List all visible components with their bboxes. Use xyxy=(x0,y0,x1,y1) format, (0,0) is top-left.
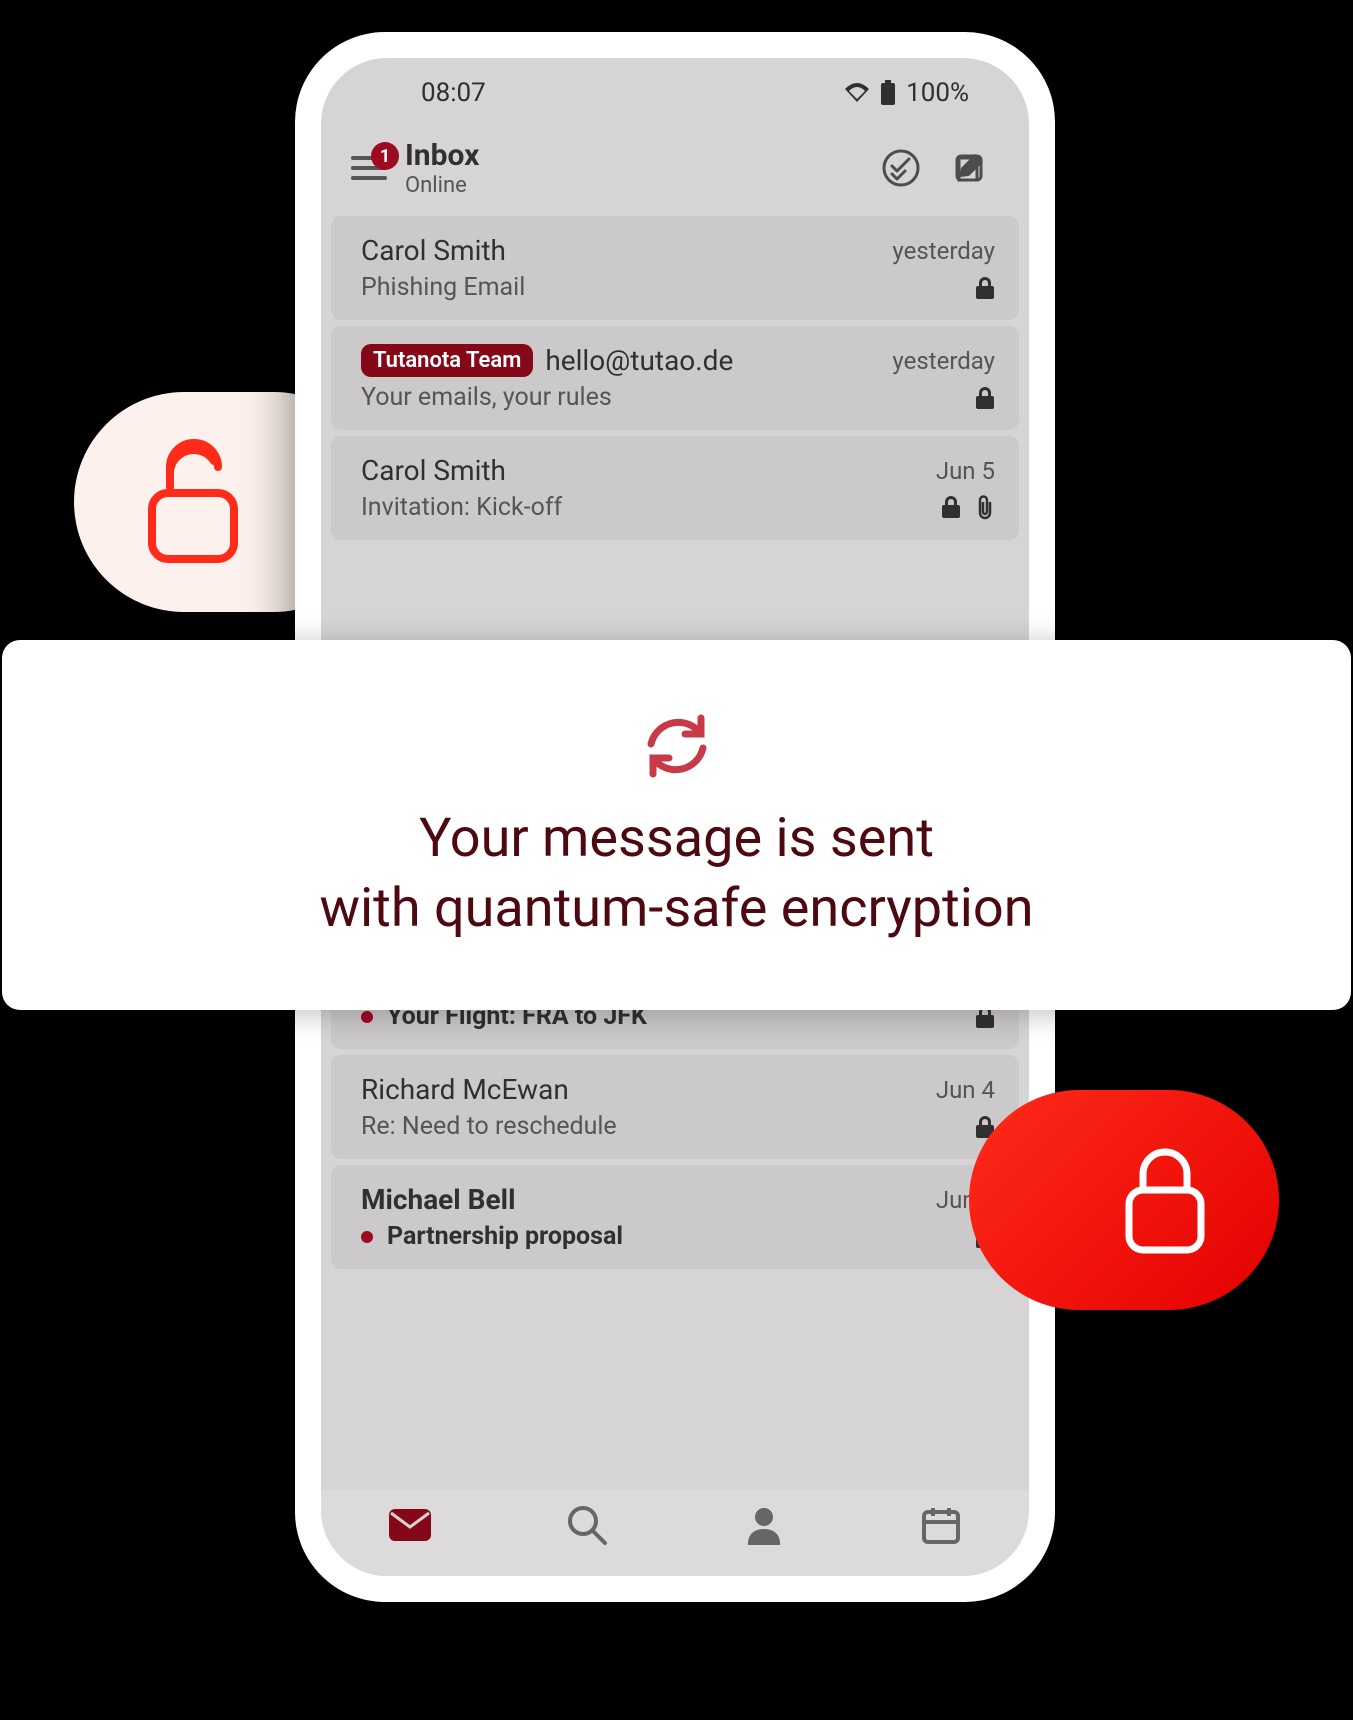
battery-icon xyxy=(880,80,896,106)
status-icons: 100% xyxy=(844,78,969,108)
email-date: yesterday xyxy=(892,237,995,265)
email-item[interactable]: Carol Smith yesterday Phishing Email xyxy=(331,216,1019,320)
email-subject: Your emails, your rules xyxy=(361,383,612,412)
nav-mail-button[interactable] xyxy=(382,1497,438,1553)
battery-percent: 100% xyxy=(906,78,969,108)
nav-search-button[interactable] xyxy=(559,1497,615,1553)
email-item[interactable]: Carol Smith Jun 5 Invitation: Kick-off xyxy=(331,436,1019,540)
email-item[interactable]: Michael Bell Jun 4 Partnership proposal xyxy=(331,1165,1019,1269)
connection-status: Online xyxy=(405,173,879,198)
attachment-icon xyxy=(975,495,995,521)
status-time: 08:07 xyxy=(421,78,486,108)
closed-lock-pill xyxy=(969,1090,1279,1310)
email-subject: Re: Need to reschedule xyxy=(361,1112,617,1141)
folder-title: Inbox xyxy=(405,138,879,173)
menu-button[interactable]: 1 xyxy=(351,152,391,184)
nav-calendar-button[interactable] xyxy=(913,1497,969,1553)
email-sender: Richard McEwan xyxy=(361,1073,569,1106)
nav-contacts-button[interactable] xyxy=(736,1497,792,1553)
email-date: Jun 5 xyxy=(936,457,995,485)
compose-button[interactable] xyxy=(949,146,993,190)
status-bar: 08:07 100% xyxy=(321,58,1029,128)
encryption-banner: Your message is sent with quantum-safe e… xyxy=(2,640,1351,1010)
email-item[interactable]: Richard McEwan Jun 4 Re: Need to resched… xyxy=(331,1055,1019,1159)
email-date: Jun 4 xyxy=(936,1076,995,1104)
unread-dot xyxy=(361,1231,373,1243)
email-item[interactable]: Tutanota Team hello@tutao.de yesterday Y… xyxy=(331,326,1019,430)
email-sender: hello@tutao.de xyxy=(545,344,733,377)
email-date: yesterday xyxy=(892,347,995,375)
lock-icon xyxy=(1115,1140,1215,1260)
sync-icon xyxy=(637,706,717,786)
select-all-button[interactable] xyxy=(879,146,923,190)
email-sender: Carol Smith xyxy=(361,234,506,267)
sender-chip: Tutanota Team xyxy=(361,344,533,377)
email-subject: Partnership proposal xyxy=(387,1222,623,1251)
unread-dot xyxy=(361,1011,373,1023)
unlock-icon xyxy=(138,437,248,567)
bottom-nav xyxy=(321,1490,1029,1576)
lock-icon xyxy=(941,495,961,521)
email-sender: Michael Bell xyxy=(361,1183,515,1216)
unread-badge: 1 xyxy=(371,142,399,170)
email-sender: Carol Smith xyxy=(361,454,506,487)
lock-icon xyxy=(975,386,995,410)
email-subject: Invitation: Kick-off xyxy=(361,493,562,522)
encryption-message: Your message is sent with quantum-safe e… xyxy=(319,804,1033,944)
lock-icon xyxy=(975,276,995,300)
wifi-icon xyxy=(844,83,870,103)
app-header: 1 Inbox Online xyxy=(321,128,1029,216)
email-subject: Phishing Email xyxy=(361,273,525,302)
